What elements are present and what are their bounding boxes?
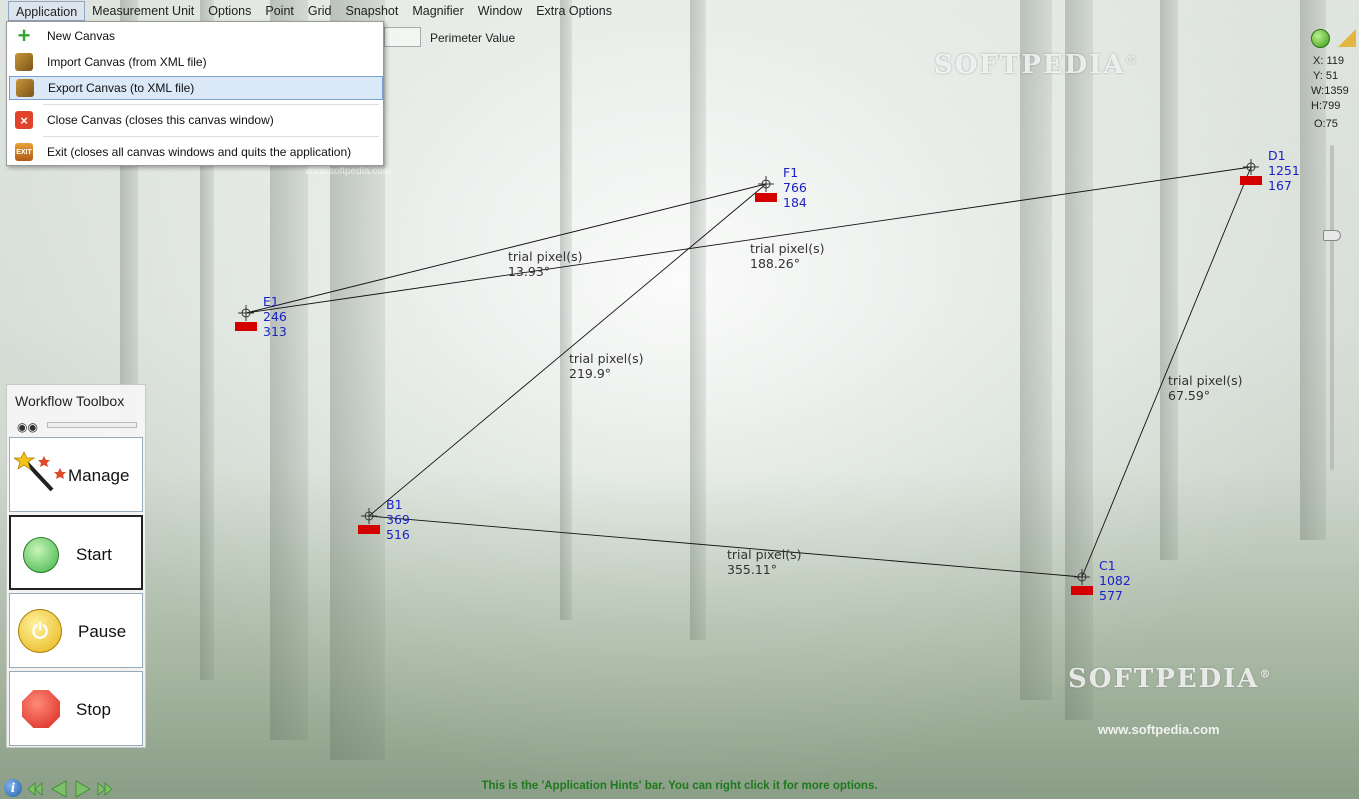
segment-e1-d1 xyxy=(245,166,1252,314)
menu-measurement-unit[interactable]: Measurement Unit xyxy=(85,1,201,21)
point-marker-f1[interactable] xyxy=(755,193,777,202)
menu-extra-options[interactable]: Extra Options xyxy=(529,1,619,21)
crosshair-d1 xyxy=(1243,159,1259,175)
menu-options[interactable]: Options xyxy=(201,1,258,21)
segment-b1-f1 xyxy=(368,183,767,517)
segment-label-b1-c1: trial pixel(s) 355.11° xyxy=(727,547,802,577)
toolbox-title: Workflow Toolbox xyxy=(15,393,125,409)
menu-item-close-canvas[interactable]: × Close Canvas (closes this canvas windo… xyxy=(9,108,383,132)
pause-button[interactable]: ⏻ Pause xyxy=(9,593,143,668)
segment-label-b1-f1: trial pixel(s) 219.9° xyxy=(569,351,644,381)
crosshair-c1 xyxy=(1074,569,1090,585)
segment-c1-d1 xyxy=(1081,166,1252,578)
segment-label-e1-d1: trial pixel(s) 188.26° xyxy=(750,241,825,271)
menu-item-new-canvas[interactable]: + New Canvas xyxy=(9,23,383,48)
menu-item-export-canvas[interactable]: Export Canvas (to XML file) xyxy=(9,76,383,100)
cursor-y: Y: 51 xyxy=(1313,70,1339,82)
crosshair-b1 xyxy=(361,508,377,524)
canvas-height: H:799 xyxy=(1311,100,1341,112)
manage-button[interactable]: Manage xyxy=(9,437,143,512)
point-label-e1: E1 246 313 xyxy=(263,294,287,339)
point-label-d1: D1 1251 167 xyxy=(1268,148,1300,193)
segment-label-e1-f1: trial pixel(s) 13.93° xyxy=(508,249,583,279)
cursor-x: X: 119 xyxy=(1313,55,1344,67)
point-label-f1: F1 766 184 xyxy=(783,165,807,210)
menu-separator xyxy=(43,104,379,105)
point-label-c1: C1 1082 577 xyxy=(1099,558,1131,603)
menu-item-exit[interactable]: EXIT Exit (closes all canvas windows and… xyxy=(9,140,383,164)
menu-application[interactable]: Application xyxy=(8,1,86,21)
crosshair-f1 xyxy=(758,176,774,192)
menu-bar: Application Measurement Unit Options Poi… xyxy=(0,0,1359,22)
menu-window[interactable]: Window xyxy=(471,1,529,21)
export-box-icon xyxy=(16,79,34,97)
magic-wand-icon xyxy=(14,451,66,492)
opacity-slider-track[interactable] xyxy=(1330,145,1334,470)
point-marker-b1[interactable] xyxy=(358,525,380,534)
perimeter-value-label: Perimeter Value xyxy=(430,31,516,45)
menu-separator xyxy=(43,136,379,137)
opacity-slider-thumb[interactable] xyxy=(1323,230,1341,241)
stop-button[interactable]: Stop xyxy=(9,671,143,746)
application-hints-bar[interactable]: This is the 'Application Hints' bar. You… xyxy=(0,780,1359,792)
perimeter-value-field[interactable] xyxy=(384,27,421,47)
start-icon xyxy=(23,537,59,573)
toolbox-opacity-slider[interactable] xyxy=(47,422,137,428)
start-button[interactable]: Start xyxy=(9,515,143,590)
point-marker-d1[interactable] xyxy=(1240,176,1262,185)
menu-grid[interactable]: Grid xyxy=(301,1,339,21)
exit-icon: EXIT xyxy=(15,143,33,161)
workflow-toolbox: Workflow Toolbox ◉◉ Manage Start ⏻ Pause… xyxy=(6,384,146,748)
menu-item-import-canvas[interactable]: Import Canvas (from XML file) xyxy=(9,50,383,74)
crosshair-e1 xyxy=(238,305,254,321)
opacity-value: O:75 xyxy=(1314,118,1338,130)
power-icon: ⏻ xyxy=(18,609,62,653)
point-label-b1: B1 369 516 xyxy=(386,497,410,542)
eyes-icon[interactable]: ◉◉ xyxy=(17,420,38,434)
application-menu-dropdown: + New Canvas Import Canvas (from XML fil… xyxy=(6,21,384,166)
menu-point[interactable]: Point xyxy=(258,1,301,21)
segment-b1-c1 xyxy=(368,515,1083,578)
menu-snapshot[interactable]: Snapshot xyxy=(339,1,406,21)
close-icon: × xyxy=(15,111,33,129)
canvas-width: W:1359 xyxy=(1311,85,1349,97)
status-green-icon[interactable] xyxy=(1311,29,1330,48)
plus-icon: + xyxy=(17,23,31,48)
import-box-icon xyxy=(15,53,33,71)
ruler-triangle-icon[interactable] xyxy=(1338,29,1356,47)
point-marker-c1[interactable] xyxy=(1071,586,1093,595)
segment-label-c1-d1: trial pixel(s) 67.59° xyxy=(1168,373,1243,403)
point-marker-e1[interactable] xyxy=(235,322,257,331)
menu-magnifier[interactable]: Magnifier xyxy=(405,1,470,21)
stop-sign-icon xyxy=(22,690,60,728)
